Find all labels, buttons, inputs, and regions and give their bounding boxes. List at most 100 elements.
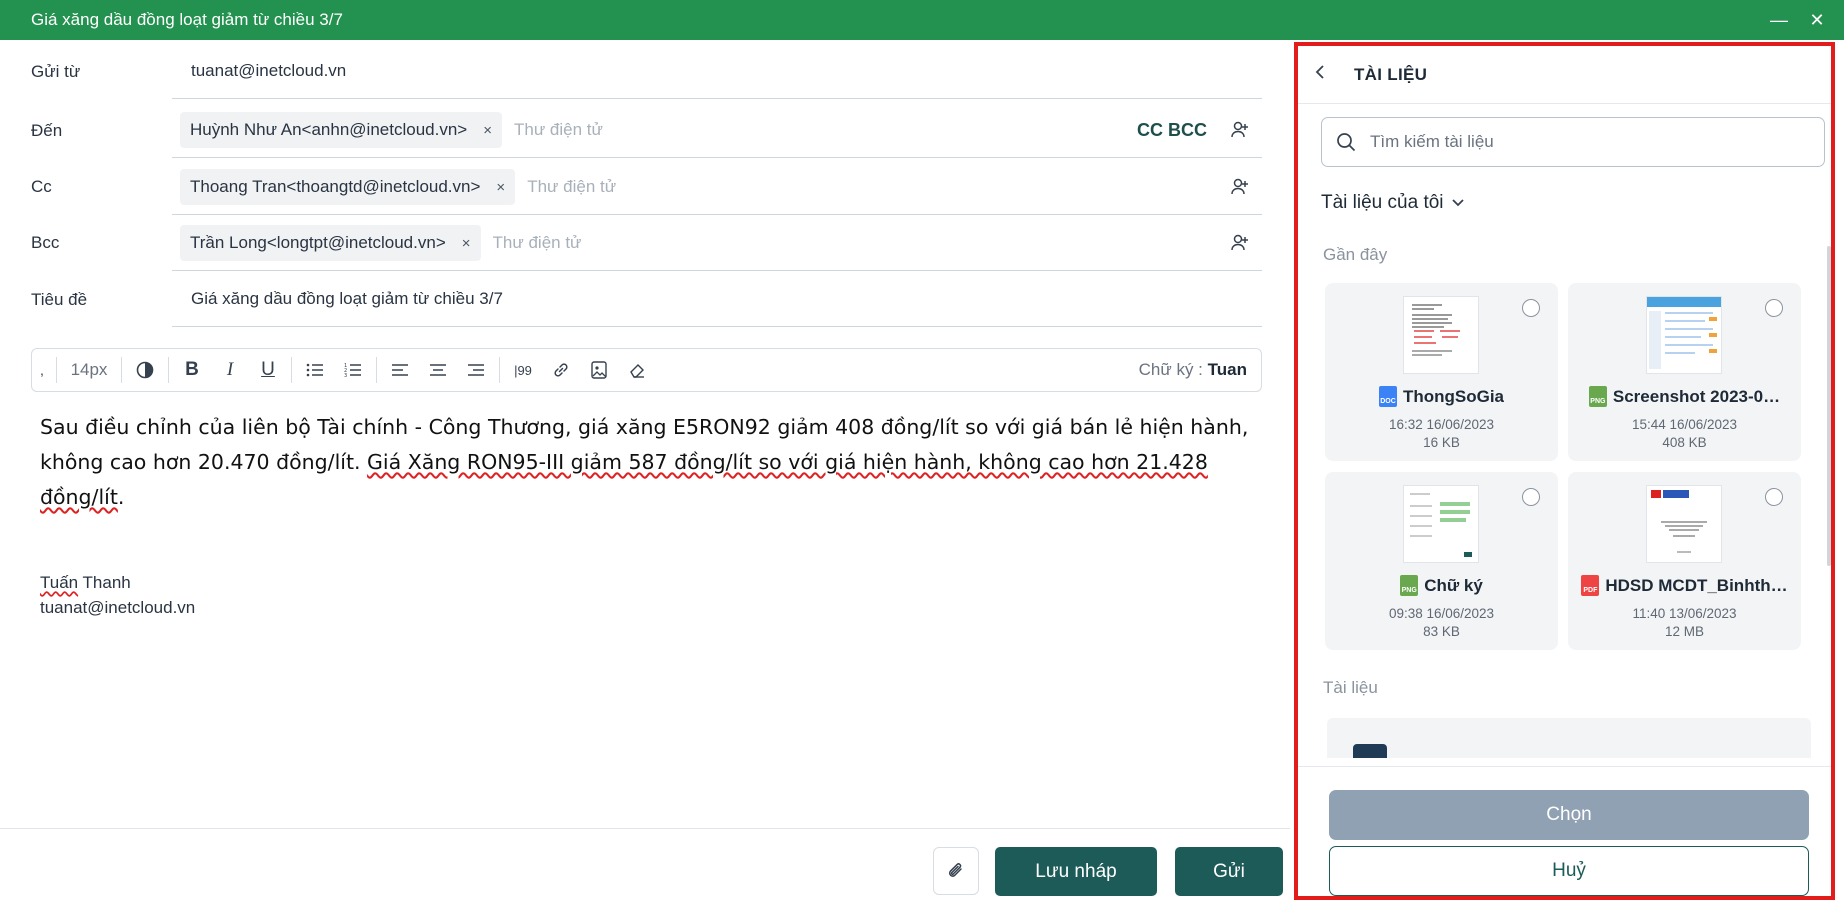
document-card[interactable]: PNG Chữ ký 09:38 16/06/2023 83 KB — [1325, 472, 1558, 650]
document-thumbnail — [1646, 485, 1722, 563]
eraser-icon[interactable] — [618, 348, 656, 392]
align-right-icon[interactable] — [457, 348, 495, 392]
email-body[interactable]: Sau điều chỉnh của liên bộ Tài chính - C… — [40, 410, 1250, 515]
document-card[interactable]: PDF HDSD MCDT_Binhth… 11:40 13/06/2023 1… — [1568, 472, 1801, 650]
to-row: Đến Huỳnh Như An<anhn@inetcloud.vn> × CC… — [0, 103, 1262, 159]
underline-icon[interactable]: U — [249, 348, 287, 392]
document-thumbnail — [1403, 485, 1479, 563]
cc-chip[interactable]: Thoang Tran<thoangtd@inetcloud.vn> × — [180, 169, 516, 205]
to-field[interactable]: Huỳnh Như An<anhn@inetcloud.vn> × CC BCC — [172, 103, 1262, 158]
from-value: tuanat@inetcloud.vn — [191, 61, 347, 80]
cc-label: Cc — [31, 177, 52, 196]
divider — [168, 357, 169, 383]
add-person-icon[interactable] — [1228, 231, 1252, 255]
from-row: Gửi từ tuanat@inetcloud.vn — [0, 40, 1262, 104]
scrollbar[interactable] — [1827, 246, 1831, 566]
link-icon[interactable] — [542, 348, 580, 392]
documents-panel: TÀI LIỆU Tài liệu của tôi Gần đây DOC Th… — [1294, 42, 1835, 900]
divider — [291, 357, 292, 383]
add-person-icon[interactable] — [1228, 118, 1252, 142]
remove-chip-icon[interactable]: × — [496, 179, 505, 196]
document-meta: 11:40 13/06/2023 12 MB — [1568, 605, 1801, 641]
select-radio[interactable] — [1522, 488, 1540, 506]
cc-field[interactable]: Thoang Tran<thoangtd@inetcloud.vn> × — [172, 160, 1262, 215]
bcc-email-input[interactable] — [492, 233, 873, 253]
footer-divider — [0, 828, 1290, 829]
minimize-button[interactable]: — — [1760, 0, 1798, 40]
my-documents-label: Tài liệu của tôi — [1321, 192, 1444, 213]
paperclip-icon — [948, 863, 962, 877]
chevron-down-icon — [1451, 199, 1464, 207]
close-window-button[interactable]: ✕ — [1798, 0, 1836, 40]
to-chip[interactable]: Huỳnh Như An<anhn@inetcloud.vn> × — [180, 112, 502, 148]
compose-form: Gửi từ tuanat@inetcloud.vn Đến Huỳnh Như… — [0, 40, 1290, 904]
document-time: 11:40 13/06/2023 — [1632, 606, 1737, 621]
remove-chip-icon[interactable]: × — [462, 235, 471, 252]
document-time: 15:44 16/06/2023 — [1631, 417, 1738, 432]
select-radio[interactable] — [1765, 299, 1783, 317]
document-time: 16:32 16/06/2023 — [1388, 417, 1495, 432]
document-name: PDF HDSD MCDT_Binhth… — [1568, 575, 1801, 596]
align-left-icon[interactable] — [381, 348, 419, 392]
bullet-list-icon[interactable] — [296, 348, 334, 392]
subject-row: Tiêu đề Giá xăng dầu đồng loạt giảm từ c… — [0, 272, 1262, 328]
to-email-input[interactable] — [513, 120, 894, 140]
select-radio[interactable] — [1522, 299, 1540, 317]
document-search-input[interactable] — [1370, 132, 1770, 152]
bcc-field[interactable]: Trần Long<longtpt@inetcloud.vn> × — [172, 216, 1262, 271]
bcc-label: Bcc — [31, 233, 60, 252]
font-family-select[interactable]: , — [32, 348, 52, 392]
divider — [499, 357, 500, 383]
signature-last-name: Thanh — [78, 573, 131, 592]
from-label: Gửi từ — [31, 62, 81, 81]
italic-icon[interactable]: I — [211, 348, 249, 392]
signature-first-name: Tuấn — [40, 573, 79, 592]
document-size: 83 KB — [1423, 624, 1460, 639]
document-name: PNG Chữ ký — [1325, 575, 1558, 596]
image-file-icon: PNG — [1400, 575, 1419, 596]
add-person-icon[interactable] — [1228, 175, 1252, 199]
back-icon[interactable] — [1314, 63, 1334, 86]
body-text-end: . — [117, 485, 125, 509]
divider — [376, 357, 377, 383]
bcc-chip-label: Trần Long<longtpt@inetcloud.vn> — [190, 233, 446, 252]
quote-icon[interactable]: |99 — [504, 348, 542, 392]
document-meta: 15:44 16/06/2023 408 KB — [1568, 416, 1801, 452]
document-card[interactable]: PNG Screenshot 2023-0… 15:44 16/06/2023 … — [1568, 283, 1801, 461]
contrast-icon[interactable] — [126, 348, 164, 392]
list-item[interactable] — [1327, 718, 1811, 758]
cc-email-input[interactable] — [527, 177, 908, 197]
divider — [121, 357, 122, 383]
cancel-button[interactable]: Huỷ — [1329, 846, 1809, 896]
signature-selector[interactable]: Chữ ký : Tuan — [1139, 360, 1247, 380]
document-name: DOC ThongSoGia — [1325, 386, 1558, 407]
cc-row: Cc Thoang Tran<thoangtd@inetcloud.vn> × — [0, 160, 1262, 216]
cc-bcc-toggle[interactable]: CC BCC — [1137, 120, 1207, 141]
subject-field[interactable]: Giá xăng dầu đồng loạt giảm từ chiều 3/7 — [172, 272, 1262, 327]
document-card[interactable]: DOC ThongSoGia 16:32 16/06/2023 16 KB — [1325, 283, 1558, 461]
document-name-text: Chữ ký — [1424, 575, 1483, 595]
divider — [56, 357, 57, 383]
subject-value[interactable]: Giá xăng dầu đồng loạt giảm từ chiều 3/7 — [172, 289, 503, 309]
panel-title: TÀI LIỆU — [1354, 64, 1428, 84]
align-center-icon[interactable] — [419, 348, 457, 392]
save-draft-button[interactable]: Lưu nháp — [995, 847, 1157, 896]
my-documents-dropdown[interactable]: Tài liệu của tôi — [1321, 192, 1464, 214]
svg-text:3: 3 — [344, 373, 347, 378]
send-button[interactable]: Gửi — [1175, 847, 1283, 896]
editor-toolbar: , 14px B I U 123 |99 Chữ ký: Tuan — [31, 348, 1262, 392]
document-time: 09:38 16/06/2023 — [1388, 606, 1495, 621]
email-signature: Tuấn Thanh tuanat@inetcloud.vn — [40, 570, 195, 620]
document-thumbnail — [1403, 296, 1479, 374]
select-radio[interactable] — [1765, 488, 1783, 506]
bcc-chip[interactable]: Trần Long<longtpt@inetcloud.vn> × — [180, 225, 481, 261]
numbered-list-icon[interactable]: 123 — [334, 348, 372, 392]
remove-chip-icon[interactable]: × — [483, 122, 492, 139]
font-size-select[interactable]: 14px — [61, 348, 117, 392]
attach-button[interactable] — [933, 847, 979, 895]
document-search[interactable] — [1321, 117, 1825, 167]
bold-icon[interactable]: B — [173, 348, 211, 392]
image-icon[interactable] — [580, 348, 618, 392]
from-field: tuanat@inetcloud.vn — [172, 44, 1262, 99]
choose-button[interactable]: Chọn — [1329, 790, 1809, 840]
